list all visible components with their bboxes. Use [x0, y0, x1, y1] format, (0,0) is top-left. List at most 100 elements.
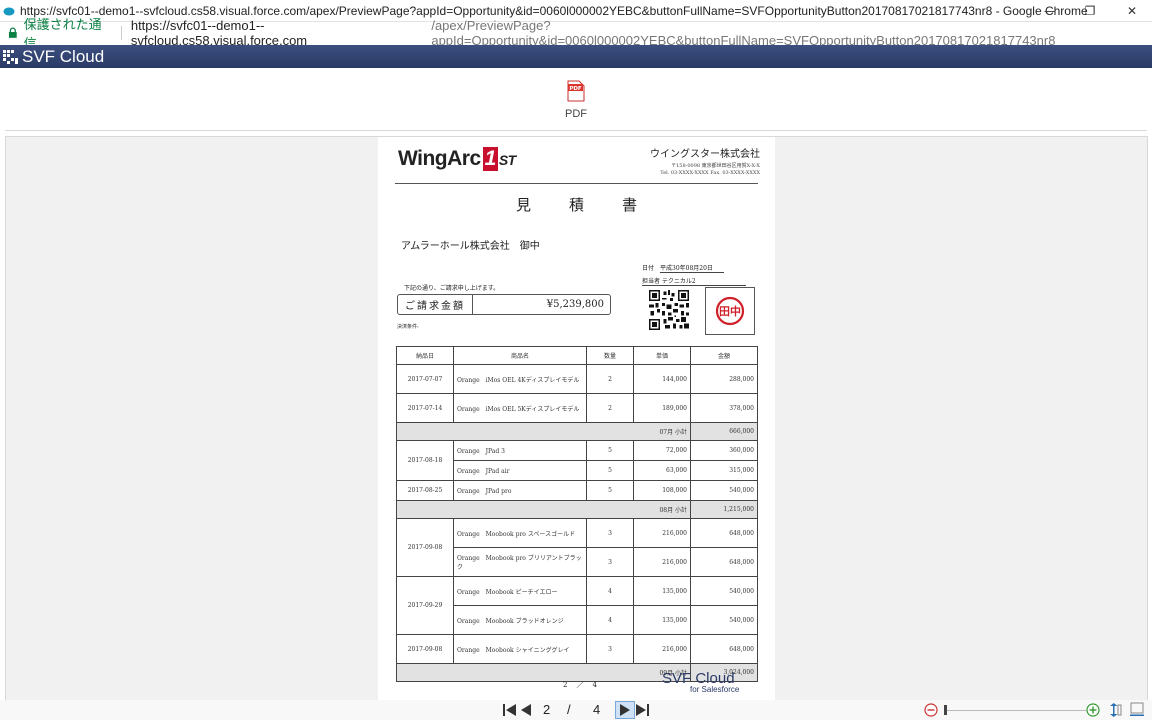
- qr-code: [649, 290, 689, 330]
- app-header: SVF Cloud: [0, 45, 1152, 68]
- cell-product: Orange iMos OEL 5Kディスプレイモデル: [453, 393, 587, 423]
- logo-main-text: WingArc: [398, 147, 481, 170]
- cell-qty: 3: [586, 518, 634, 548]
- last-page-button[interactable]: [634, 702, 650, 718]
- address-bar[interactable]: 保護された通信 https://svfc01--demo1--svfcloud.…: [0, 17, 1152, 51]
- pdf-download-button[interactable]: PDF PDF: [563, 80, 589, 120]
- cell-price: 135,000: [633, 605, 691, 635]
- footer-logo-sub: for Salesforce: [690, 685, 740, 694]
- fit-height-button[interactable]: [1106, 702, 1122, 718]
- page-navigation-bar: 2 / 4: [0, 700, 1152, 720]
- table-row: 2017-09-08 Orange Moobook シャイニンググレイ 3 216,0…: [396, 634, 758, 664]
- fit-height-icon: [1110, 703, 1122, 717]
- cell-date: 2017-07-07: [396, 364, 454, 394]
- svf-cloud-brand: SVF Cloud: [3, 47, 104, 67]
- cell-amount: 378,000: [690, 393, 758, 423]
- cell-price: 108,000: [633, 480, 691, 501]
- cell-qty: 2: [586, 364, 634, 394]
- cell-qty: 5: [586, 440, 634, 461]
- current-page-number[interactable]: 2: [543, 702, 550, 717]
- notice-text: 下記の通り、ご請求申し上げます。: [404, 285, 500, 292]
- cell-date: 2017-09-29: [396, 576, 454, 635]
- url-path[interactable]: /apex/PreviewPage?appId=Opportunity&id=0…: [431, 18, 1152, 48]
- cell-date: 2017-09-08: [396, 518, 454, 577]
- zoom-in-button[interactable]: [1086, 702, 1100, 718]
- header-date: 納品日: [396, 346, 454, 365]
- pdf-icon-text: PDF: [569, 86, 582, 92]
- pdf-label[interactable]: PDF: [563, 108, 589, 120]
- cell-price: 216,000: [633, 634, 691, 664]
- cell-price: 72,000: [633, 440, 691, 461]
- cell-date: 2017-07-14: [396, 393, 454, 423]
- cell-qty: 4: [586, 605, 634, 635]
- staff-line: 担当者 テクニカル2: [642, 276, 746, 286]
- items-table: 納品日 商品名 数量 単価 金額 2017-07-07 Orange iMos O…: [396, 346, 758, 682]
- zoom-slider-thumb[interactable]: [944, 705, 947, 715]
- cell-product: Orange Moobook ブラッドオレンジ: [453, 605, 587, 635]
- table-header-row: 納品日 商品名 数量 単価 金額: [396, 346, 758, 365]
- zoom-out-icon: [924, 703, 938, 717]
- date-label: 日付: [642, 265, 655, 272]
- header-product: 商品名: [453, 346, 587, 365]
- cell-qty: 3: [586, 547, 634, 577]
- table-row: 2017-07-07 Orange iMos OEL 4Kディスプレイモデル 2 14…: [396, 364, 758, 394]
- header-rule: [395, 183, 758, 184]
- address-divider: [120, 26, 122, 40]
- subtotal-value: 1,215,000: [690, 500, 758, 519]
- cell-price: 63,000: [633, 460, 691, 481]
- salesforce-cloud-icon: [3, 7, 15, 15]
- cell-amount: 288,000: [690, 364, 758, 394]
- seal-text: 田中: [719, 304, 741, 318]
- cell-date: 2017-08-25: [396, 480, 454, 501]
- cell-price: 216,000: [633, 518, 691, 548]
- cell-amount: 540,000: [690, 480, 758, 501]
- cell-price: 189,000: [633, 393, 691, 423]
- amount-value: ¥5,239,800: [546, 299, 604, 310]
- cell-date: 2017-09-08: [396, 634, 454, 664]
- cell-price: 216,000: [633, 547, 691, 577]
- document-viewer[interactable]: WingArc 1 ST ウイングスター株式会社 〒158-0098 東京都世田谷区…: [5, 136, 1148, 701]
- cell-amount: 648,000: [690, 634, 758, 664]
- first-page-button[interactable]: [502, 702, 518, 718]
- fit-width-icon: [1130, 702, 1144, 716]
- svf-logo-icon: [3, 49, 18, 64]
- table-row: 2017-09-08 Orange Moobook pro スペースゴールド 3 21…: [396, 518, 758, 577]
- lock-icon: [8, 27, 17, 38]
- subtotal-row: 08月 小計 1,215,000: [396, 500, 758, 519]
- subtotal-value: 666,000: [690, 422, 758, 441]
- table-row: 2017-09-29 Orange Moobook ピーチイエロー 4 135,000…: [396, 576, 758, 635]
- cell-qty: 3: [586, 634, 634, 664]
- cell-product: Orange JPad 3: [453, 440, 587, 461]
- company-address: 〒158-0098 東京都世田谷区用賀X-X-X: [671, 163, 760, 169]
- prev-page-button[interactable]: [519, 702, 533, 718]
- cell-product: Orange Moobook シャイニンググレイ: [453, 634, 587, 664]
- cell-amount: 540,000: [690, 576, 758, 606]
- prev-page-icon: [521, 704, 531, 716]
- total-pages: 4: [593, 702, 601, 717]
- pdf-file-icon: PDF: [567, 80, 585, 102]
- cell-qty: 2: [586, 393, 634, 423]
- url-host[interactable]: https://svfc01--demo1--svfcloud.cs58.vis…: [131, 18, 432, 48]
- issuer-company: ウイングスター株式会社 〒158-0098 東京都世田谷区用賀X-X-X Tel…: [650, 145, 760, 176]
- next-page-button[interactable]: [615, 701, 635, 719]
- footer-svf-logo: SVF Cloud for Salesforce: [662, 670, 739, 694]
- date-value: 平成30年08月20日: [660, 263, 725, 273]
- fit-width-button[interactable]: [1128, 702, 1146, 718]
- company-tel: Tel. 03-XXXX-XXXX Fax. 03-XXXX-XXXX: [660, 170, 760, 176]
- zoom-in-icon: [1086, 703, 1100, 717]
- document-title: 見積書: [515, 196, 675, 214]
- table-row: 2017-08-25 Orange JPad pro 5 108,000 540,000: [396, 480, 758, 501]
- cell-price: 144,000: [633, 364, 691, 394]
- subtotal-row: 07月 小計 666,000: [396, 422, 758, 441]
- cell-qty: 5: [586, 460, 634, 481]
- subtotal-label: 07月 小計: [396, 422, 691, 441]
- window-title: https://svfc01--demo1--svfcloud.cs58.vis…: [20, 3, 1088, 18]
- cell-product: Orange JPad air: [453, 460, 587, 481]
- brand-name: SVF Cloud: [22, 46, 105, 66]
- cell-qty: 4: [586, 576, 634, 606]
- cell-price: 135,000: [633, 576, 691, 606]
- logo-one: 1: [482, 147, 498, 171]
- zoom-out-button[interactable]: [924, 702, 938, 718]
- zoom-slider[interactable]: [945, 710, 1086, 711]
- logo-st: ST: [498, 152, 516, 168]
